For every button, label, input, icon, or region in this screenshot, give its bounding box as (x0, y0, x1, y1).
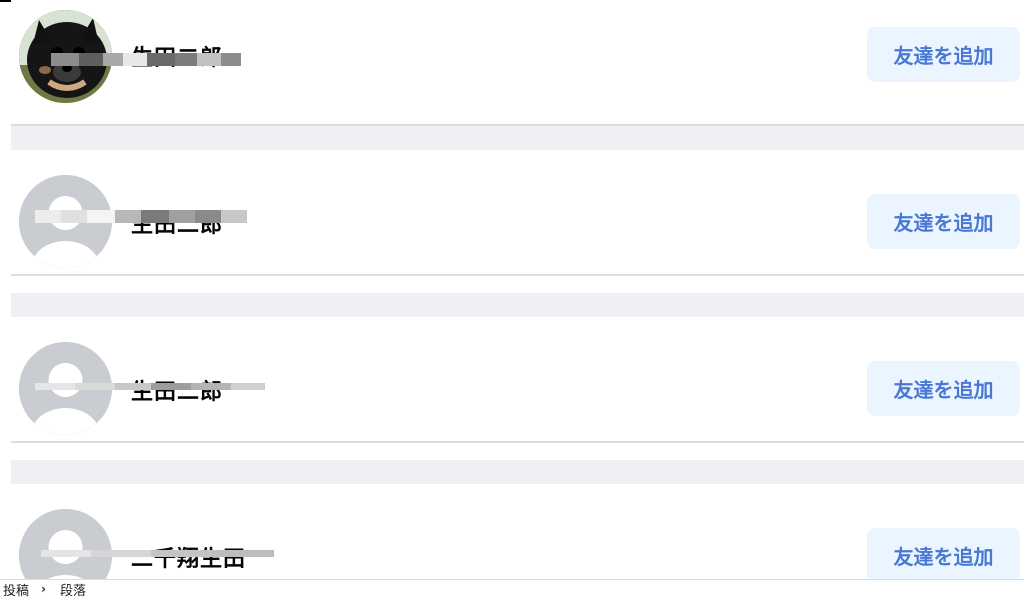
row-separator (11, 126, 1024, 150)
redaction-bar (51, 53, 241, 66)
add-friend-button[interactable]: 友達を追加 (867, 528, 1020, 583)
friend-suggestions-page: 生田二郎 友達を追加 生田二郎 友達を追加 (0, 0, 1024, 598)
add-friend-button[interactable]: 友達を追加 (867, 361, 1020, 416)
friend-row[interactable]: 生田二郎 友達を追加 (11, 317, 1024, 443)
breadcrumb-item-post[interactable]: 投稿 (3, 580, 29, 598)
add-friend-button[interactable]: 友達を追加 (867, 194, 1020, 249)
redaction-bar (35, 210, 247, 223)
friend-row[interactable]: 生田二郎 友達を追加 (11, 150, 1024, 276)
chevron-right-icon: › (41, 582, 46, 596)
breadcrumb-item-paragraph[interactable]: 段落 (60, 580, 86, 598)
breadcrumb: 投稿 › 段落 (0, 579, 1024, 598)
row-separator (11, 460, 1024, 484)
redaction-bar (41, 550, 274, 557)
redaction-bar (35, 383, 265, 390)
friend-row[interactable]: 生田二郎 友達を追加 (11, 0, 1024, 126)
add-friend-button[interactable]: 友達を追加 (867, 27, 1020, 82)
row-separator (11, 293, 1024, 317)
